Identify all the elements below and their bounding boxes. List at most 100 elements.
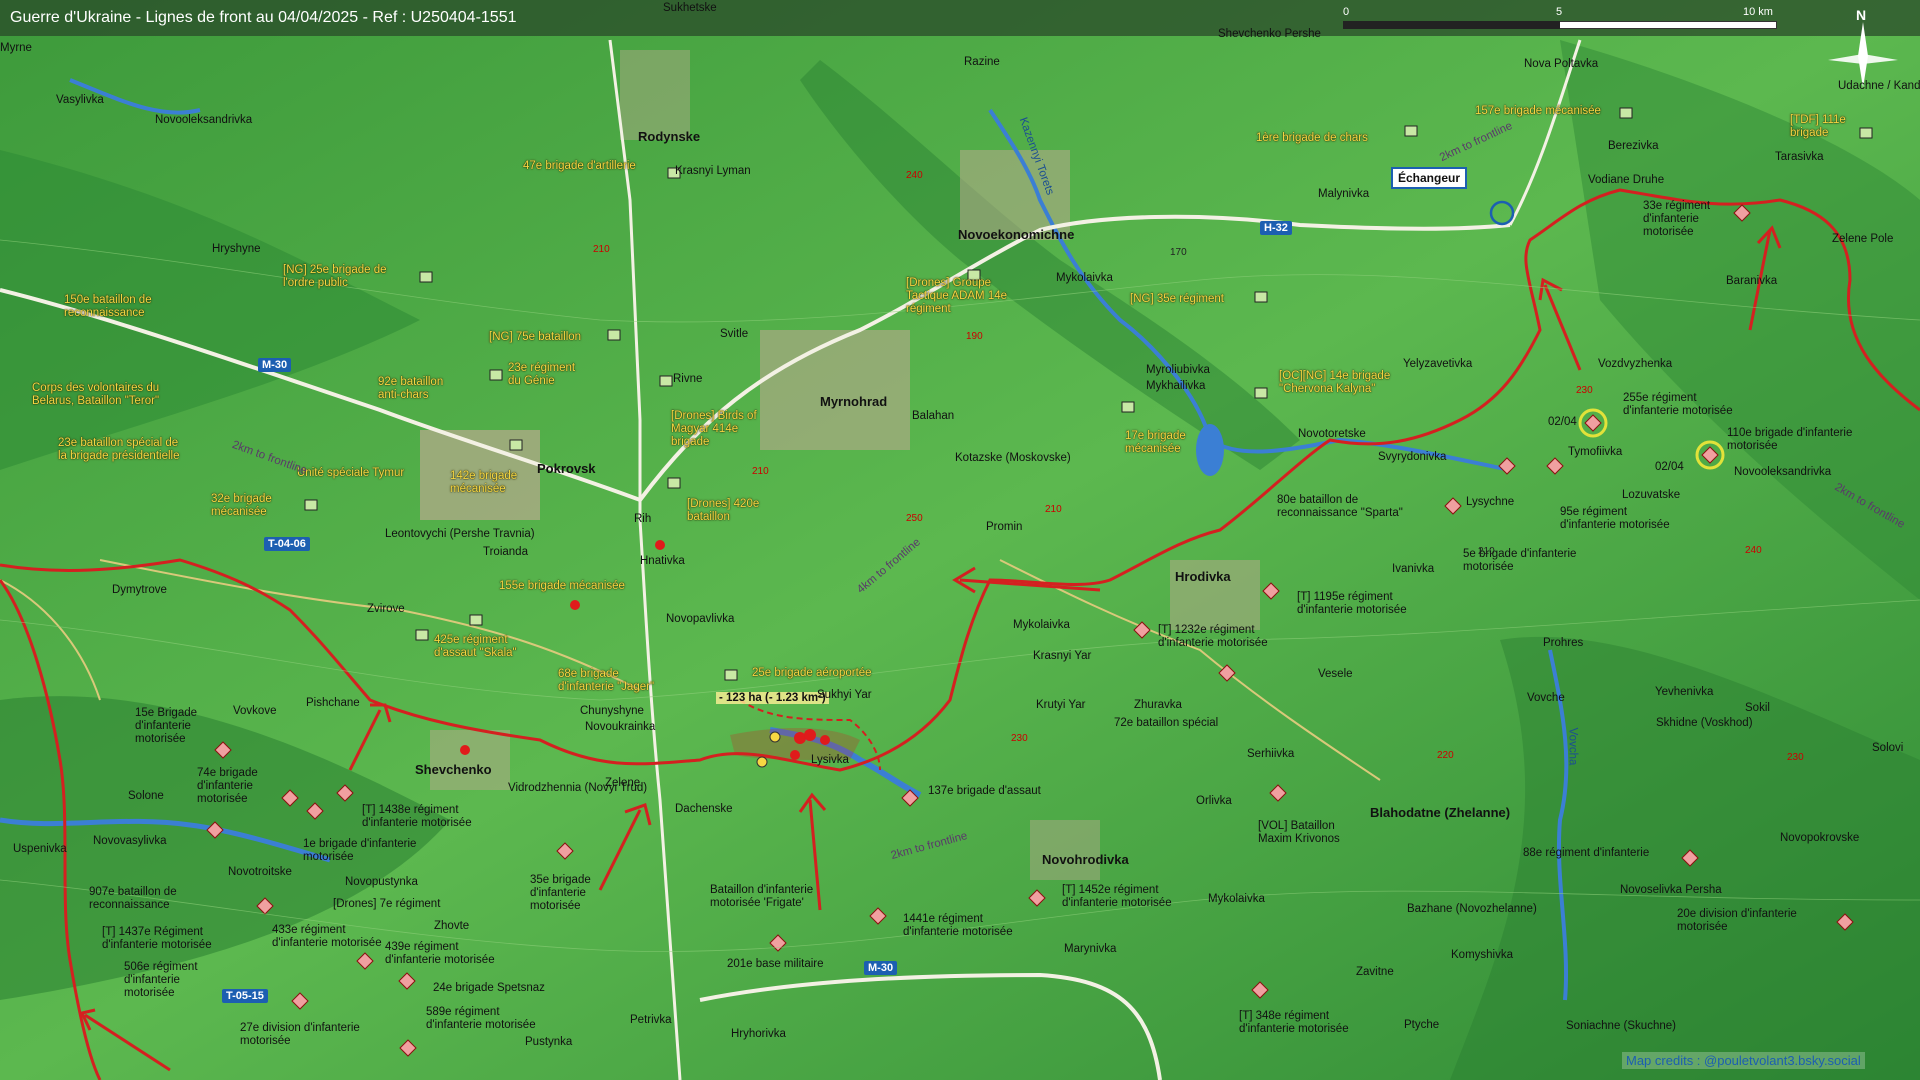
town-label: Dachenske — [675, 803, 733, 815]
town-label: Serhiivka — [1247, 748, 1295, 760]
ru-unit-label: [T] 1437e Régiment d'infanterie motorisé… — [102, 926, 212, 951]
town-label: Troianda — [483, 546, 528, 558]
town-label: Hryhorivka — [731, 1028, 786, 1040]
town-label: Balahan — [912, 410, 955, 422]
town-label: Zelene — [605, 777, 641, 789]
scale-label-5: 5 — [1556, 6, 1563, 18]
town-label: Zhuravka — [1134, 699, 1182, 711]
town-label: Vovche — [1527, 692, 1565, 704]
town-label: Pustynka — [525, 1036, 573, 1048]
ru-unit-label: 439e régiment d'infanterie motorisée — [385, 941, 495, 966]
town-shevchenko: Shevchenko — [415, 762, 492, 777]
height-label: 250 — [906, 513, 923, 524]
ru-unit-label: 27e division d'infanterie motorisée — [240, 1022, 360, 1047]
town-label: Novotoretske — [1298, 428, 1366, 440]
area-note: - 123 ha (- 1.23 km²) — [716, 692, 829, 704]
river-label: Vovcha — [1566, 727, 1579, 766]
town-label: Berezivka — [1608, 140, 1659, 152]
ua-unit-label: [NG] 35e régiment — [1130, 293, 1224, 305]
town-label: Novotroitske — [228, 866, 292, 878]
ua-unit-label: Unité spéciale Tymur — [297, 467, 405, 479]
town-label: Vodiane Druhe — [1588, 174, 1665, 186]
ua-unit-label: 425e régiment d'assaut "Skala" — [434, 634, 517, 659]
map-credit: Map credits : @pouletvolant3.bsky.social — [1622, 1052, 1865, 1069]
ru-unit-label: [T] 1232e régiment d'infanterie motorisé… — [1158, 624, 1268, 649]
height-label: 210 — [1478, 546, 1495, 557]
ru-unit-label: [T] 1195e régiment d'infanterie motorisé… — [1297, 591, 1407, 616]
town-label: Sukhyi Yar — [817, 689, 872, 701]
town-label: Vesele — [1318, 668, 1353, 680]
town-label: Razine — [964, 56, 1000, 68]
ru-unit-label: 33e régiment d'infanterie motorisée — [1643, 200, 1711, 238]
town-label: Tarasivka — [1775, 151, 1824, 163]
route-h32: H-32 — [1260, 221, 1292, 235]
town-label: Krasnyi Lyman — [675, 165, 751, 177]
town-rodynske: Rodynske — [638, 129, 701, 144]
ua-unit-label: 68e brigade d'infanterie "Jager" — [558, 668, 655, 693]
ua-unit-label: [Drones] Birds of Magyar 414e brigade — [671, 410, 757, 448]
ru-unit-label: 24e brigade Spetsnaz — [433, 982, 545, 994]
ru-unit-label: [Drones] 7e régiment — [333, 898, 441, 910]
ru-unit-label: 506e régiment d'infanterie motorisée — [124, 961, 198, 999]
height-label: 240 — [906, 170, 923, 181]
town-label: Zavitne — [1356, 966, 1394, 978]
ru-unit-label: 110e brigade d'infanterie motorisée — [1727, 427, 1853, 452]
town-label: Marynivka — [1064, 943, 1117, 955]
town-label: Lysychne — [1466, 496, 1515, 508]
ru-unit-label: 255e régiment d'infanterie motorisée — [1623, 392, 1733, 417]
town-label: Petrivka — [630, 1014, 672, 1026]
town-label: Vasylivka — [56, 94, 104, 106]
ua-unit-label: 157e brigade mécanisée — [1475, 105, 1601, 117]
ru-unit-label: 95e régiment d'infanterie motorisée — [1560, 506, 1670, 531]
town-pokrovsk: Pokrovsk — [537, 461, 596, 476]
svg-text:N: N — [1856, 8, 1866, 23]
height-label: 230 — [1576, 385, 1593, 396]
town-label: Novoselivka Persha — [1620, 884, 1722, 896]
ua-unit-label: 142e brigade mécanisée — [450, 470, 518, 495]
town-label: Novooleksandrivka — [1734, 466, 1832, 478]
ua-unit-label: 1ère brigade de chars — [1256, 132, 1368, 144]
town-label: Svyrydonivka — [1378, 451, 1447, 463]
ua-unit-label: 25e brigade aéroportée — [752, 667, 872, 679]
town-label: Ptyche — [1404, 1019, 1440, 1031]
route-m30-west: M-30 — [258, 358, 292, 372]
town-label: Sokil — [1745, 702, 1770, 714]
ua-unit-label: 23e bataillon spécial de la brigade prés… — [58, 437, 180, 462]
town-label: Solovi — [1872, 742, 1904, 754]
town-novoekonomichne: Novoekonomichne — [958, 227, 1075, 242]
town-label: Mykolaivka — [1208, 893, 1265, 905]
town-label: Soniachne (Skuchne) — [1566, 1020, 1676, 1032]
height-label: 240 — [1745, 545, 1762, 556]
map-title: Guerre d'Ukraine - Lignes de front au 04… — [10, 9, 517, 26]
ua-unit-label: [NG] 25e brigade de l'ordre public — [283, 264, 387, 289]
town-label: Lysivka — [811, 754, 849, 766]
town-label: Malynivka — [1318, 188, 1370, 200]
ru-unit-label: 1441e régiment d'infanterie motorisée — [903, 913, 1013, 938]
date-label: 02/04 — [1548, 416, 1577, 428]
route-t0515: T-05-15 — [222, 989, 268, 1003]
town-label: Novopavlivka — [666, 613, 735, 625]
ua-unit-label: 47e brigade d'artillerie — [523, 160, 636, 172]
route-t0406: T-04-06 — [264, 537, 310, 551]
ru-unit-label: 589e régiment d'infanterie motorisée — [426, 1006, 536, 1031]
ua-unit-label: [Drones] Groupe Tactique ADAM 14e régime… — [906, 277, 1008, 315]
ua-unit-label: [OC][NG] 14e brigade "Chervona Kalyna" — [1279, 370, 1391, 395]
town-label: Mykolaivka — [1013, 619, 1070, 631]
date-label: 02/04 — [1655, 461, 1684, 473]
town-label: Novopustynka — [345, 876, 418, 888]
town-label: Myrne — [0, 42, 32, 54]
ru-unit-label: 88e régiment d'infanterie — [1523, 847, 1650, 859]
town-label: Udachne / Kandropil — [1838, 80, 1920, 92]
title-bar: Guerre d'Ukraine - Lignes de front au 04… — [0, 0, 1920, 36]
town-label: Sukhetske — [663, 2, 717, 14]
town-label: Komyshivka — [1451, 949, 1513, 961]
town-label: Svitle — [720, 328, 749, 340]
town-label: Zhovte — [434, 920, 470, 932]
town-label: Baranivka — [1726, 275, 1778, 287]
ru-unit-label: 80e bataillon de reconnaissance "Sparta" — [1277, 494, 1403, 519]
height-label: 190 — [966, 331, 983, 342]
town-label: Orlivka — [1196, 795, 1232, 807]
town-label: Mykhailivka — [1146, 380, 1206, 392]
town-label: Yelyzavetivka — [1403, 358, 1473, 370]
town-label: Pishchane — [306, 697, 360, 709]
